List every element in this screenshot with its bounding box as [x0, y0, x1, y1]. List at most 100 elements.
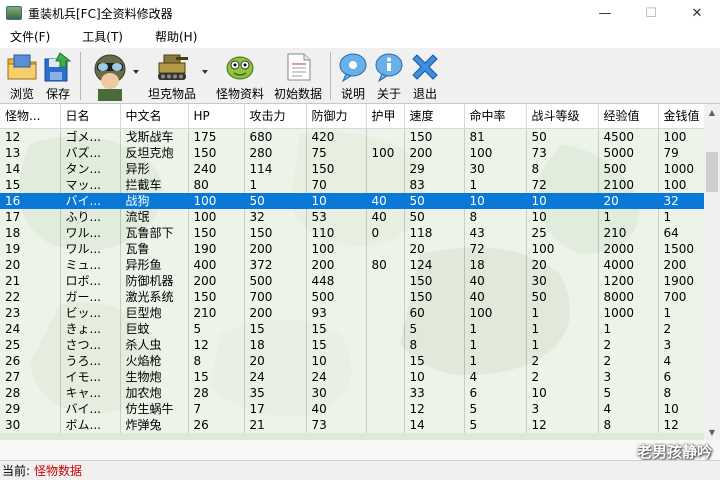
table-cell[interactable]: 53: [306, 208, 367, 225]
table-cell[interactable]: 6: [464, 384, 527, 401]
table-cell[interactable]: [366, 304, 405, 321]
table-cell[interactable]: 30: [0, 416, 61, 433]
scroll-up-icon[interactable]: ▲: [704, 104, 720, 120]
table-cell[interactable]: 拦截车: [120, 176, 189, 193]
table-cell[interactable]: 4: [598, 400, 659, 417]
table-cell[interactable]: 4500: [598, 128, 659, 145]
table-cell[interactable]: 72: [526, 176, 599, 193]
table-cell[interactable]: 21: [244, 416, 307, 433]
table-cell[interactable]: 150: [188, 224, 245, 241]
table-row[interactable]: 26 うろ... 火焰枪 8 20 10 15 1 2 2 4: [0, 352, 705, 369]
table-cell[interactable]: 81: [464, 128, 527, 145]
table-cell[interactable]: 50: [404, 208, 465, 225]
table-row[interactable]: 15 マッ... 拦截车 80 1 70 83 1 72 2100 100: [0, 176, 705, 193]
table-cell[interactable]: きょ...: [60, 320, 121, 337]
table-cell[interactable]: 2100: [598, 176, 659, 193]
table-cell[interactable]: 2: [598, 336, 659, 353]
table-cell[interactable]: 100: [464, 304, 527, 321]
table-cell[interactable]: 100: [188, 192, 245, 209]
column-header[interactable]: 怪物...: [0, 104, 61, 129]
table-cell[interactable]: 175: [188, 128, 245, 145]
table-cell[interactable]: [366, 320, 405, 337]
table-cell[interactable]: 60: [404, 304, 465, 321]
table-cell[interactable]: 40: [464, 288, 527, 305]
table-cell[interactable]: 73: [306, 416, 367, 433]
table-cell[interactable]: [366, 400, 405, 417]
table-cell[interactable]: 10: [306, 192, 367, 209]
table-cell[interactable]: 1: [658, 208, 705, 225]
table-cell[interactable]: 3: [658, 336, 705, 353]
table-cell[interactable]: 79: [658, 144, 705, 161]
table-cell[interactable]: 26: [188, 416, 245, 433]
table-cell[interactable]: 24: [0, 320, 61, 337]
column-header[interactable]: HP: [188, 104, 245, 129]
table-row[interactable]: 19 ワル... 瓦鲁 190 200 100 20 72 100 2000 1500: [0, 240, 705, 257]
table-cell[interactable]: 118: [404, 224, 465, 241]
table-row[interactable]: 21 ロボ... 防御机器 200 500 448 150 40 30 1200 1900: [0, 272, 705, 289]
table-cell[interactable]: 124: [404, 256, 465, 273]
table-cell[interactable]: 150: [306, 160, 367, 177]
table-cell[interactable]: 2: [526, 352, 599, 369]
table-cell[interactable]: 24: [244, 368, 307, 385]
table-row[interactable]: 14 タン... 异形 240 114 150 29 30 8 500 1000: [0, 160, 705, 177]
table-cell[interactable]: ワル...: [60, 224, 121, 241]
table-cell[interactable]: ロボ...: [60, 272, 121, 289]
column-header[interactable]: 防御力: [306, 104, 367, 129]
menu-help[interactable]: 帮助(H): [145, 26, 207, 48]
about-button[interactable]: 关于: [374, 50, 404, 102]
table-cell[interactable]: 35: [244, 384, 307, 401]
table-cell[interactable]: 10: [404, 368, 465, 385]
table-cell[interactable]: 20: [526, 256, 599, 273]
table-cell[interactable]: 杀人虫: [120, 336, 189, 353]
table-cell[interactable]: 10: [464, 192, 527, 209]
table-cell[interactable]: 13: [0, 144, 61, 161]
table-cell[interactable]: 100: [366, 144, 405, 161]
pilot-button[interactable]: [88, 50, 132, 102]
table-cell[interactable]: 7: [188, 400, 245, 417]
table-row[interactable]: 17 ふり... 流氓 100 32 53 40 50 8 10 1 1: [0, 208, 705, 225]
table-cell[interactable]: 10: [658, 400, 705, 417]
table-cell[interactable]: 4: [658, 352, 705, 369]
table-cell[interactable]: 14: [404, 416, 465, 433]
init-data-button[interactable]: 初始数据: [272, 50, 324, 102]
table-cell[interactable]: マッ...: [60, 176, 121, 193]
table-cell[interactable]: 18: [0, 224, 61, 241]
table-cell[interactable]: 1500: [658, 240, 705, 257]
table-cell[interactable]: 26: [0, 352, 61, 369]
table-cell[interactable]: 5000: [598, 144, 659, 161]
table-cell[interactable]: 500: [244, 272, 307, 289]
table-cell[interactable]: イモ...: [60, 368, 121, 385]
table-cell[interactable]: 生物炮: [120, 368, 189, 385]
table-cell[interactable]: さつ...: [60, 336, 121, 353]
table-cell[interactable]: 114: [244, 160, 307, 177]
table-row[interactable]: 25 さつ... 杀人虫 12 18 15 8 1 1 2 3: [0, 336, 705, 353]
table-cell[interactable]: ふり...: [60, 208, 121, 225]
table-cell[interactable]: 激光系统: [120, 288, 189, 305]
table-cell[interactable]: 100: [464, 144, 527, 161]
table-cell[interactable]: 280: [244, 144, 307, 161]
table-cell[interactable]: 巨蚊: [120, 320, 189, 337]
scroll-thumb[interactable]: [706, 152, 718, 192]
table-cell[interactable]: 64: [658, 224, 705, 241]
table-row-selected[interactable]: 16 バイ... 战狗 100 50 10 40 50 10 10 20 32: [0, 192, 705, 209]
table-row[interactable]: 30 ボム... 炸弹兔 26 21 73 14 5 12 8 12: [0, 416, 705, 433]
table-cell[interactable]: 700: [658, 288, 705, 305]
table-cell[interactable]: 15: [306, 320, 367, 337]
table-row[interactable]: 29 バイ... 仿生蜗牛 7 17 40 12 5 3 4 10: [0, 400, 705, 417]
table-cell[interactable]: 50: [244, 192, 307, 209]
table-cell[interactable]: 6: [658, 368, 705, 385]
table-cell[interactable]: 150: [188, 288, 245, 305]
table-cell[interactable]: 2: [526, 368, 599, 385]
table-cell[interactable]: 8: [658, 384, 705, 401]
table-cell[interactable]: 8: [598, 416, 659, 433]
table-cell[interactable]: 异形: [120, 160, 189, 177]
table-cell[interactable]: 190: [188, 240, 245, 257]
table-cell[interactable]: 8000: [598, 288, 659, 305]
table-cell[interactable]: 反坦克炮: [120, 144, 189, 161]
table-cell[interactable]: バイ...: [60, 400, 121, 417]
table-cell[interactable]: 110: [306, 224, 367, 241]
table-cell[interactable]: 1: [244, 176, 307, 193]
table-cell[interactable]: 40: [464, 272, 527, 289]
table-cell[interactable]: 200: [404, 144, 465, 161]
table-cell[interactable]: 瓦鲁: [120, 240, 189, 257]
